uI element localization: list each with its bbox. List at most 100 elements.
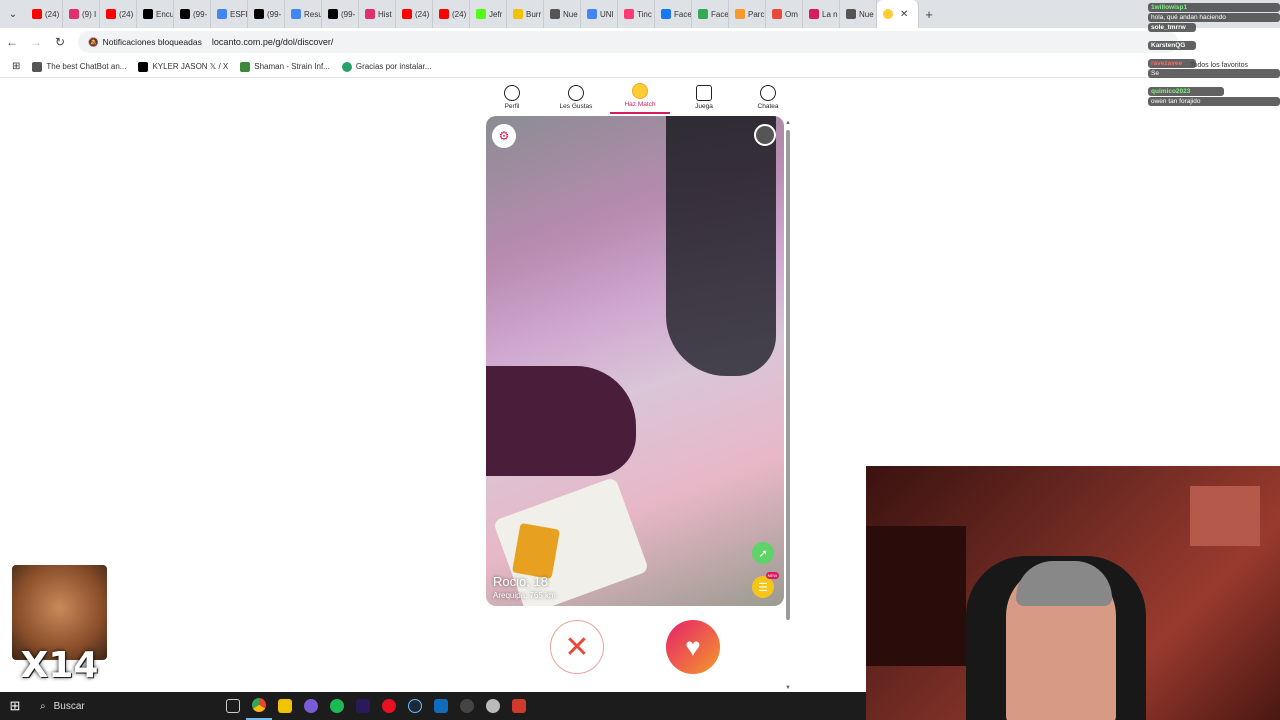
back-icon[interactable]: ← [0,35,24,49]
chat-message: KarstenQG [1148,41,1196,50]
tab-3[interactable]: Encu [137,0,174,28]
bookmark-shaman[interactable]: Shaman - Strain Inf... [240,61,330,72]
youtube-icon [106,9,116,19]
profile-card[interactable]: ⚙ ➚ ☰ NEW Rocio, 18 Arequipa, 765 km [486,116,784,606]
bookmark-label: The best ChatBot an... [46,62,127,71]
google-icon [291,9,301,19]
scrollbar[interactable]: ▲ ▼ [785,120,791,691]
close-icon[interactable]: ✕ [900,9,908,20]
tab-12[interactable]: Jefr [470,0,507,28]
tab-0[interactable]: (24) [26,0,63,28]
tab-19[interactable]: Parc [729,0,766,28]
steam-icon[interactable] [402,692,428,720]
outlook-icon[interactable] [428,692,454,720]
chrome-profile-icon[interactable] [298,692,324,720]
tab-22[interactable]: Nue [840,0,877,28]
bell-off-icon: 🔕 [88,36,99,47]
notifications-blocked-chip[interactable]: 🔕 Notificaciones bloqueadas [88,37,202,48]
bookmarks-bar: ⊞ The best ChatBot an... KYLER JASON 𝕏 /… [0,56,1280,78]
chat-user: 1willowisp1 [1151,4,1188,11]
tab-18[interactable]: Face [692,0,729,28]
chat-message: Se [1148,69,1280,78]
bookmark-chatbot[interactable]: The best ChatBot an... [32,61,127,72]
task-view-icon[interactable] [220,692,246,720]
tab-label: (99- [341,9,356,19]
new-tab-icon[interactable]: + [919,7,939,22]
facebook-icon [661,9,671,19]
scroll-thumb[interactable] [786,130,790,620]
globe-icon [846,9,856,19]
forward-icon[interactable]: → [24,35,48,49]
chat-icon [760,85,776,101]
tab-active[interactable]: ✕ [877,0,919,28]
chrome-icon[interactable] [246,692,272,720]
apps-icon[interactable]: ⊞ [12,61,20,72]
shield-icon [341,61,352,72]
tab-13[interactable]: Burr [507,0,544,28]
tab-15[interactable]: UNI [581,0,618,28]
nope-button[interactable]: ✕ [550,620,604,674]
tab-label: (24) [119,9,134,19]
tab-17[interactable]: Face [655,0,692,28]
obs-icon[interactable] [454,692,480,720]
chatgpt-icon [32,61,43,72]
chat-message: owen tan forajido [1148,97,1280,106]
url-text[interactable]: locanto.com.pe/g/dol/discover/ [212,37,334,47]
tab-20[interactable]: Om [766,0,803,28]
app-icon[interactable] [480,692,506,720]
tab-7[interactable]: Resu [285,0,322,28]
tab-8[interactable]: (99- [322,0,359,28]
mail-icon [772,9,782,19]
tab-9[interactable]: Hist [359,0,396,28]
reload-icon[interactable]: ↻ [48,35,72,49]
scroll-up-icon[interactable]: ▲ [785,120,791,126]
tab-4[interactable]: (99- [174,0,211,28]
spotify-icon[interactable] [324,692,350,720]
message-icon: ☰ [758,581,768,594]
taskbar-search[interactable]: ⌕ Buscar [30,692,220,720]
bookmark-kyler[interactable]: KYLER JASON 𝕏 / X [138,61,228,72]
game-icon [696,85,712,101]
file-explorer-icon[interactable] [272,692,298,720]
opera-icon[interactable] [376,692,402,720]
chat-text: Se [1151,70,1159,77]
boost-button[interactable]: ➚ [752,542,774,564]
tab-11[interactable]: (24) [433,0,470,28]
sliders-icon: ⚙ [498,129,510,143]
tab-label: Jefr [489,9,503,19]
nav-les-gustas[interactable]: Les Gustas [546,85,606,114]
avatar[interactable] [754,124,776,146]
scroll-down-icon[interactable]: ▼ [785,685,791,691]
premiere-icon[interactable] [350,692,376,720]
tab-search-icon[interactable]: ⌄ [0,0,26,28]
tab-10[interactable]: (24) [396,0,433,28]
chat-button[interactable]: ☰ NEW [752,572,779,598]
tab-14[interactable]: Nue [544,0,581,28]
nav-haz-match[interactable]: Haz Match [610,83,670,114]
chat-user: ravezavee [1151,60,1183,67]
windows-taskbar: ⊞ ⌕ Buscar [0,692,866,720]
tab-6[interactable]: (99- [248,0,285,28]
bookmark-gracias[interactable]: Gracias por instalar... [341,61,431,72]
like-button[interactable]: ♥ [666,620,720,674]
tab-label: Nue [563,9,578,19]
nav-perfil[interactable]: Perfil [482,85,542,114]
media-icon[interactable] [506,692,532,720]
nav-chatea[interactable]: Chatea [738,85,798,114]
tab-5[interactable]: ESFI [211,0,248,28]
tab-16[interactable]: Tinc [618,0,655,28]
tab-2[interactable]: (24) [100,0,137,28]
chat-text: owen tan forajido [1151,98,1201,105]
match-icon [632,83,648,99]
tab-1[interactable]: (9) I [63,0,100,28]
tiktok-icon [143,9,153,19]
filter-button[interactable]: ⚙ [492,124,516,148]
nav-label: Perfil [504,103,520,110]
windows-start-icon[interactable]: ⊞ [0,698,30,714]
nav-juega[interactable]: Juega [674,85,734,114]
nav-label: Juega [695,103,713,110]
tab-label: (24) [452,9,467,19]
tab-21[interactable]: La n [803,0,840,28]
app-nav: Perfil Les Gustas Haz Match Juega Chatea [480,80,800,114]
omnibox[interactable]: 🔕 Notificaciones bloqueadas locanto.com.… [78,31,1178,53]
